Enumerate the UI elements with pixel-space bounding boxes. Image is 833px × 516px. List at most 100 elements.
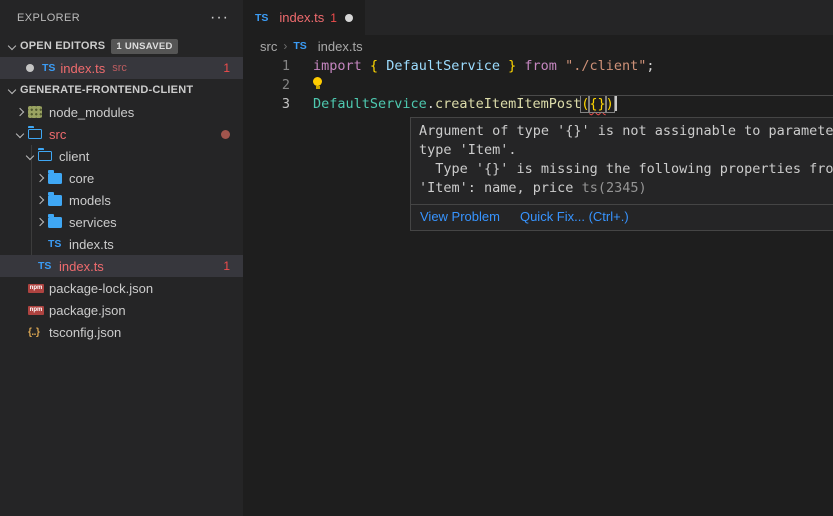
code-token: ) — [606, 96, 614, 112]
explorer-sidebar: EXPLORER ··· OPEN EDITORS 1 UNSAVED TS i… — [0, 0, 243, 516]
code-line-content[interactable] — [313, 76, 323, 95]
tree-item-label: client — [59, 149, 89, 164]
chevron-right-icon[interactable] — [36, 218, 44, 226]
folder-open-icon — [28, 129, 42, 139]
error-message: Argument of type '{}' is not assignable … — [411, 118, 833, 204]
tab-filename: index.ts — [279, 10, 324, 25]
tree-item-src[interactable]: src — [0, 123, 243, 145]
ts-icon: TS — [38, 260, 51, 272]
folder-open-icon — [38, 151, 52, 161]
tree-item-index-ts[interactable]: TSindex.ts — [0, 233, 243, 255]
tree-item-node-modules[interactable]: node_modules — [0, 101, 243, 123]
json-icon: {..} — [28, 327, 39, 338]
code-line: 1 import { DefaultService } from "./clien… — [243, 57, 833, 76]
code-token: from — [524, 58, 557, 74]
tab-index-ts[interactable]: TS index.ts 1 — [243, 0, 365, 35]
line-number: 2 — [243, 76, 290, 95]
unsaved-dot-icon — [26, 64, 34, 72]
tree-item-label: models — [69, 193, 111, 208]
folder-icon — [48, 217, 62, 228]
breadcrumb-src[interactable]: src — [260, 39, 277, 54]
open-editor-item-index-ts[interactable]: TS index.ts src 1 — [0, 57, 243, 79]
text-cursor — [615, 95, 617, 111]
error-count-badge: 1 — [223, 259, 230, 273]
line-number: 1 — [243, 57, 290, 76]
line-number: 3 — [243, 95, 290, 114]
current-line-border — [520, 95, 833, 96]
more-actions-icon[interactable]: ··· — [210, 13, 229, 23]
code-token: {} — [589, 96, 605, 112]
code-line: 3 DefaultService.createItemItemPost({}) — [243, 95, 833, 114]
hover-actions: View Problem Quick Fix... (Ctrl+.) — [411, 204, 833, 230]
code-token: import — [313, 58, 362, 74]
tree-item-core[interactable]: core — [0, 167, 243, 189]
code-token: ; — [646, 58, 654, 74]
chevron-down-icon — [8, 42, 16, 50]
tree-item-label: package-lock.json — [49, 281, 153, 296]
code-line-content[interactable]: DefaultService.createItemItemPost({}) — [313, 95, 617, 114]
code-token: { — [370, 58, 378, 74]
error-message-line: 'Item': name, price ts(2345) — [419, 179, 833, 198]
tree-item-label: package.json — [49, 303, 126, 318]
code-token — [378, 58, 386, 74]
editor-tab-bar: TS index.ts 1 — [243, 0, 833, 35]
error-message-line: Argument of type '{}' is not assignable … — [419, 122, 833, 141]
error-code: ts(2345) — [582, 180, 647, 196]
unsaved-badge: 1 UNSAVED — [111, 39, 177, 54]
tree-item-label: services — [69, 215, 117, 230]
lightbulb-icon[interactable] — [313, 76, 323, 90]
sidebar-header: EXPLORER ··· — [0, 0, 243, 35]
breadcrumb-index-ts[interactable]: index.ts — [318, 39, 363, 54]
breadcrumb: src › TS index.ts — [243, 35, 833, 57]
code-token: . — [427, 96, 435, 112]
folder-icon — [48, 195, 62, 206]
open-editors-header[interactable]: OPEN EDITORS 1 UNSAVED — [0, 35, 243, 57]
tree-item-client[interactable]: client — [0, 145, 243, 167]
tree-item-index-ts[interactable]: TS index.ts 1 — [0, 255, 243, 277]
code-token — [557, 58, 565, 74]
file-tree: node_modulessrc client core models services T… — [0, 101, 243, 343]
tree-item-package-lock-json[interactable]: npm package-lock.json — [0, 277, 243, 299]
view-problem-link[interactable]: View Problem — [420, 209, 500, 224]
chevron-down-icon[interactable] — [16, 130, 24, 138]
chevron-right-icon[interactable] — [36, 196, 44, 204]
code-line-content[interactable]: import { DefaultService } from "./client… — [313, 57, 655, 76]
folder-node-icon — [28, 106, 42, 118]
open-editor-description: src — [112, 62, 127, 74]
npm-icon: npm — [28, 284, 44, 293]
chevron-down-icon — [8, 86, 16, 94]
tree-item-label: tsconfig.json — [49, 325, 121, 340]
ts-icon: TS — [293, 40, 306, 52]
code-token: "./client" — [565, 58, 646, 74]
code-token — [500, 58, 508, 74]
ts-icon: TS — [48, 238, 61, 250]
sidebar-title: EXPLORER — [17, 12, 210, 24]
error-hover-widget: Argument of type '{}' is not assignable … — [410, 117, 833, 231]
chevron-right-icon[interactable] — [36, 174, 44, 182]
code-token: DefaultService — [386, 58, 500, 74]
project-root-header[interactable]: GENERATE-FRONTEND-CLIENT — [0, 79, 243, 101]
error-count-badge: 1 — [223, 61, 230, 75]
modified-dot — [221, 130, 230, 139]
ts-icon: TS — [42, 62, 55, 74]
open-editor-filename: index.ts — [60, 61, 105, 76]
code-editor[interactable]: 1 import { DefaultService } from "./clien… — [243, 57, 833, 114]
tree-item-tsconfig-json[interactable]: {..} tsconfig.json — [0, 321, 243, 343]
open-editors-label: OPEN EDITORS — [20, 40, 105, 52]
tree-item-package-json[interactable]: npm package.json — [0, 299, 243, 321]
tab-error-count: 1 — [330, 11, 337, 25]
chevron-right-icon: › — [283, 39, 287, 53]
quick-fix-link[interactable]: Quick Fix... (Ctrl+.) — [520, 209, 629, 224]
tree-item-models[interactable]: models — [0, 189, 243, 211]
tree-item-services[interactable]: services — [0, 211, 243, 233]
error-message-line: Type '{}' is missing the following prope… — [419, 160, 833, 179]
chevron-right-icon[interactable] — [16, 108, 24, 116]
npm-icon: npm — [28, 306, 44, 315]
ts-icon: TS — [255, 12, 268, 24]
error-message-line: type 'Item'. — [419, 141, 833, 160]
project-root-label: GENERATE-FRONTEND-CLIENT — [20, 84, 193, 96]
tree-item-label: index.ts — [59, 259, 104, 274]
chevron-down-icon[interactable] — [26, 152, 34, 160]
tree-item-label: node_modules — [49, 105, 134, 120]
dirty-dot-icon[interactable] — [345, 14, 353, 22]
